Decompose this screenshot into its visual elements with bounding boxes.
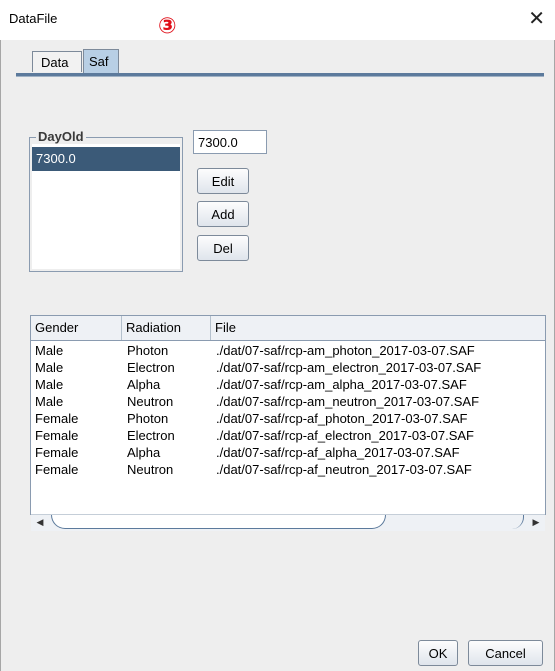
- cell-file: ./dat/07-saf/rcp-am_neutron_2017-03-07.S…: [216, 394, 480, 409]
- cell-radiation: Electron: [127, 360, 175, 375]
- title-bar: DataFile ③ ✕: [0, 0, 555, 40]
- cell-gender: Female: [35, 428, 79, 443]
- arrow-right-icon[interactable]: ▶: [529, 516, 543, 530]
- horizontal-scrollbar[interactable]: ◀ ▶: [31, 514, 545, 531]
- dayold-list-item[interactable]: 7300.0: [32, 147, 180, 171]
- table-row[interactable]: Female Photon ./dat/07-saf/rcp-af_photon…: [31, 411, 545, 427]
- cell-file: ./dat/07-saf/rcp-af_neutron_2017-03-07.S…: [216, 462, 472, 477]
- tab-data[interactable]: Data: [32, 51, 82, 72]
- cell-file: ./dat/07-saf/rcp-af_electron_2017-03-07.…: [216, 428, 474, 443]
- cell-file: ./dat/07-saf/rcp-af_photon_2017-03-07.SA…: [216, 411, 468, 426]
- column-header-gender[interactable]: Gender: [31, 316, 122, 340]
- table-header: Gender Radiation File: [31, 316, 545, 341]
- column-header-file[interactable]: File: [211, 316, 545, 340]
- saf-table[interactable]: Gender Radiation File Male Photon ./dat/…: [30, 315, 546, 515]
- add-button[interactable]: Add: [197, 201, 249, 227]
- cancel-button[interactable]: Cancel: [468, 640, 543, 666]
- cell-radiation: Photon: [127, 411, 169, 426]
- ok-button[interactable]: OK: [418, 640, 458, 666]
- annotation-marker: ③: [158, 14, 177, 39]
- cell-gender: Male: [35, 360, 64, 375]
- dayold-group-label: DayOld: [36, 129, 86, 144]
- window-title: DataFile: [9, 11, 58, 26]
- cell-radiation: Electron: [127, 428, 175, 443]
- cell-radiation: Alpha: [127, 377, 161, 392]
- cell-file: ./dat/07-saf/rcp-am_photon_2017-03-07.SA…: [216, 343, 475, 358]
- cell-file: ./dat/07-saf/rcp-af_alpha_2017-03-07.SAF: [216, 445, 460, 460]
- cell-file: ./dat/07-saf/rcp-am_electron_2017-03-07.…: [216, 360, 482, 375]
- table-row[interactable]: Male Photon ./dat/07-saf/rcp-am_photon_2…: [31, 343, 545, 359]
- table-row[interactable]: Female Neutron ./dat/07-saf/rcp-af_neutr…: [31, 462, 545, 478]
- table-row[interactable]: Female Electron ./dat/07-saf/rcp-af_elec…: [31, 428, 545, 444]
- cell-gender: Male: [35, 343, 64, 358]
- tab-saf[interactable]: Saf: [83, 49, 119, 74]
- cell-gender: Male: [35, 394, 64, 409]
- dayold-input[interactable]: [193, 130, 267, 154]
- cell-gender: Female: [35, 462, 79, 477]
- cell-radiation: Photon: [127, 343, 169, 358]
- cell-radiation: Neutron: [127, 394, 174, 409]
- close-icon[interactable]: ✕: [528, 6, 545, 30]
- cell-gender: Male: [35, 377, 64, 392]
- cell-radiation: Alpha: [127, 445, 161, 460]
- delete-button[interactable]: Del: [197, 235, 249, 261]
- arrow-left-icon[interactable]: ◀: [33, 516, 47, 530]
- cell-file: ./dat/07-saf/rcp-am_alpha_2017-03-07.SAF: [216, 377, 467, 392]
- cell-radiation: Neutron: [127, 462, 174, 477]
- table-row[interactable]: Male Neutron ./dat/07-saf/rcp-am_neutron…: [31, 394, 545, 410]
- edit-button[interactable]: Edit: [197, 168, 249, 194]
- column-header-radiation[interactable]: Radiation: [122, 316, 211, 340]
- cell-gender: Female: [35, 445, 79, 460]
- tab-divider-shadow: [16, 76, 544, 77]
- table-row[interactable]: Male Alpha ./dat/07-saf/rcp-am_alpha_201…: [31, 377, 545, 393]
- scrollbar-track-end: [511, 515, 524, 529]
- cell-gender: Female: [35, 411, 79, 426]
- scrollbar-thumb[interactable]: [51, 515, 386, 529]
- table-row[interactable]: Male Electron ./dat/07-saf/rcp-am_electr…: [31, 360, 545, 376]
- table-row[interactable]: Female Alpha ./dat/07-saf/rcp-af_alpha_2…: [31, 445, 545, 461]
